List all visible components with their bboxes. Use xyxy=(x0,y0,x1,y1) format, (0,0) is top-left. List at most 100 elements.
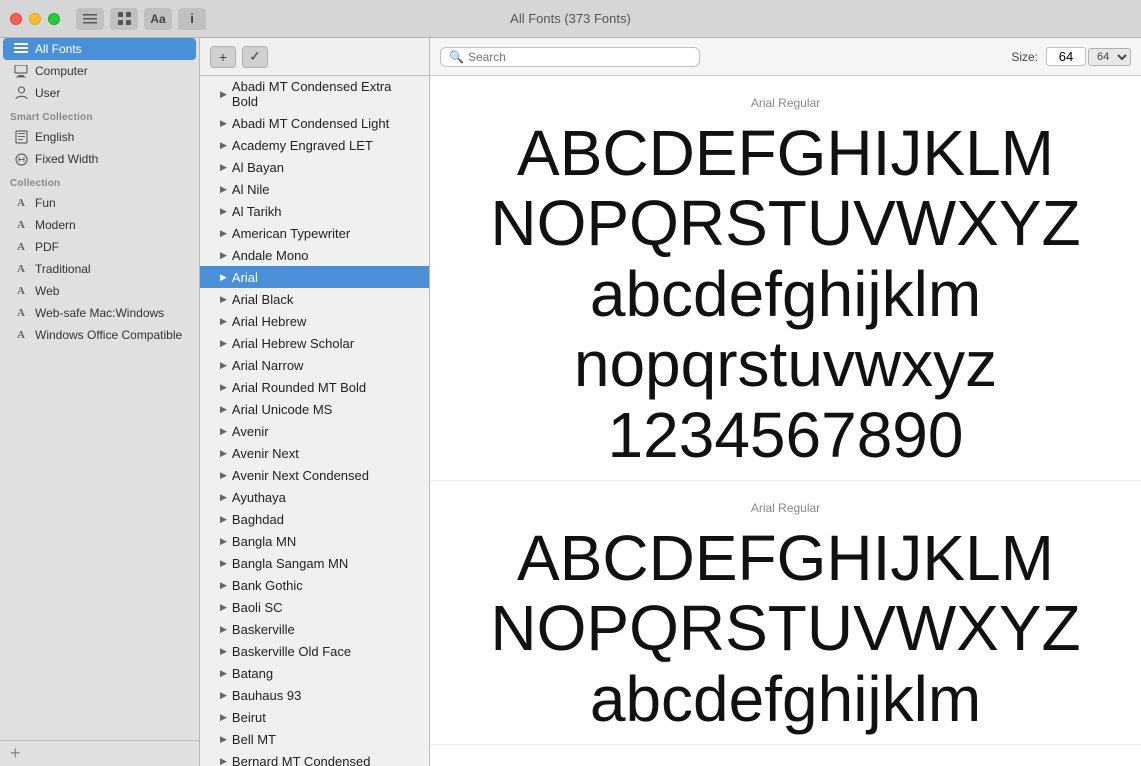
sidebar-item-english[interactable]: English xyxy=(3,126,196,148)
font-list-item[interactable]: ▶Arial Hebrew Scholar xyxy=(200,332,429,354)
font-list-item[interactable]: ▶Ayuthaya xyxy=(200,486,429,508)
font-preview-line: abcdefghijklm xyxy=(460,259,1111,329)
font-list-item[interactable]: ▶ Arial Hebrew xyxy=(200,310,429,332)
font-name-label: Arial Narrow xyxy=(232,358,304,373)
font-list-item[interactable]: ▶Bank Gothic xyxy=(200,574,429,596)
font-list-item[interactable]: ▶Baskerville xyxy=(200,618,429,640)
sidebar-item-web-safe[interactable]: A Web-safe Mac:Windows xyxy=(3,302,196,324)
font-name-label: Al Bayan xyxy=(232,160,284,175)
font-expand-arrow: ▶ xyxy=(220,558,227,569)
font-list-item[interactable]: ▶Avenir Next xyxy=(200,442,429,464)
font-list-item[interactable]: ▶Batang xyxy=(200,662,429,684)
font-name-label: Al Tarikh xyxy=(232,204,282,219)
user-icon xyxy=(13,85,29,101)
font-list-item[interactable]: ▶Beirut xyxy=(200,706,429,728)
font-list-item[interactable]: ▶Academy Engraved LET xyxy=(200,134,429,156)
font-list-item[interactable]: ▶Bangla MN xyxy=(200,530,429,552)
check-font-button[interactable]: ✓ xyxy=(242,46,268,68)
font-expand-arrow: ▶ xyxy=(220,514,227,525)
titlebar: Aa i All Fonts (373 Fonts) xyxy=(0,0,1141,38)
sidebar-item-pdf[interactable]: A PDF xyxy=(3,236,196,258)
sidebar-item-fun[interactable]: A Fun xyxy=(3,192,196,214)
font-expand-arrow: ▶ xyxy=(220,294,227,305)
search-input[interactable] xyxy=(468,50,691,64)
font-expand-arrow: ▶ xyxy=(220,668,227,679)
traditional-label: Traditional xyxy=(35,262,91,276)
font-list-item[interactable]: ▶Avenir Next Condensed xyxy=(200,464,429,486)
font-expand-arrow: ▶ xyxy=(220,734,227,745)
pdf-label: PDF xyxy=(35,240,59,254)
font-list-item[interactable]: ▶Al Tarikh xyxy=(200,200,429,222)
font-list-item[interactable]: ▶Abadi MT Condensed Light xyxy=(200,112,429,134)
minimize-button[interactable] xyxy=(29,13,41,25)
preview-toolbar-left: 🔍 xyxy=(440,47,700,67)
sidebar-item-traditional[interactable]: A Traditional xyxy=(3,258,196,280)
font-preview-block: Arial RegularABCDEFGHIJKLMNOPQRSTUVWXYZa… xyxy=(430,481,1141,745)
font-name-label: Avenir Next Condensed xyxy=(232,468,369,483)
sidebar-item-modern[interactable]: A Modern xyxy=(3,214,196,236)
font-preview-line: 1234567890 xyxy=(460,400,1111,470)
font-list-item[interactable]: ▶Arial Black xyxy=(200,288,429,310)
maximize-button[interactable] xyxy=(48,13,60,25)
font-preview-block: Arial RegularABCDEFGHIJKLMNOPQRSTUVWXYZa… xyxy=(430,76,1141,481)
font-name-label: Abadi MT Condensed Extra Bold xyxy=(232,79,419,109)
add-font-button[interactable]: + xyxy=(210,46,236,68)
size-label: Size: xyxy=(1011,50,1038,64)
font-name-label: Arial xyxy=(232,270,258,285)
search-icon: 🔍 xyxy=(449,50,464,64)
sidebar: All Fonts Computer User Smart Collectio xyxy=(0,38,200,766)
font-list-item[interactable]: ▶American Typewriter xyxy=(200,222,429,244)
titlebar-icons: Aa i xyxy=(76,8,206,30)
font-list-item[interactable]: ▶Al Bayan xyxy=(200,156,429,178)
font-list-item[interactable]: ▶Bangla Sangam MN xyxy=(200,552,429,574)
font-expand-arrow: ▶ xyxy=(220,756,227,766)
font-preview-line: nopqrstuvwxyz xyxy=(460,329,1111,399)
menu-icon[interactable] xyxy=(76,8,104,30)
sidebar-add-icon: + xyxy=(10,743,21,764)
font-name-label: Baskerville Old Face xyxy=(232,644,351,659)
preview-scroll[interactable]: Arial RegularABCDEFGHIJKLMNOPQRSTUVWXYZa… xyxy=(430,76,1141,766)
font-list-item[interactable]: ▶Baskerville Old Face xyxy=(200,640,429,662)
font-list-item[interactable]: ▶Arial Unicode MS xyxy=(200,398,429,420)
font-list-scroll[interactable]: ▶Abadi MT Condensed Extra Bold▶Abadi MT … xyxy=(200,76,429,766)
sidebar-item-all-fonts[interactable]: All Fonts xyxy=(3,38,196,60)
info-icon[interactable]: i xyxy=(178,8,206,30)
font-list-item[interactable]: ▶Bauhaus 93 xyxy=(200,684,429,706)
font-name-label: Arial Hebrew xyxy=(232,314,306,329)
font-list-item[interactable]: ▶Arial Narrow xyxy=(200,354,429,376)
search-box[interactable]: 🔍 xyxy=(440,47,700,67)
sidebar-item-fixed-width[interactable]: Fixed Width xyxy=(3,148,196,170)
check-icon: ✓ xyxy=(249,48,261,65)
font-list-item[interactable]: ▶Al Nile xyxy=(200,178,429,200)
font-list-item[interactable]: ▶Baoli SC xyxy=(200,596,429,618)
close-button[interactable] xyxy=(10,13,22,25)
modern-label: Modern xyxy=(35,218,76,232)
sidebar-item-web[interactable]: A Web xyxy=(3,280,196,302)
font-list-item[interactable]: ▶Abadi MT Condensed Extra Bold xyxy=(200,76,429,112)
font-list-item[interactable]: ▶Baghdad xyxy=(200,508,429,530)
font-expand-arrow: ▶ xyxy=(220,690,227,701)
font-list-item[interactable]: ▶Arial Rounded MT Bold xyxy=(200,376,429,398)
font-list-item[interactable]: ▶Andale Mono xyxy=(200,244,429,266)
font-list-item[interactable]: ▶Bell MT xyxy=(200,728,429,750)
font-list-item[interactable]: ▶Arial xyxy=(200,266,429,288)
sidebar-item-computer[interactable]: Computer xyxy=(3,60,196,82)
sidebar-item-user[interactable]: User xyxy=(3,82,196,104)
size-dropdown[interactable]: 64 12 18 24 36 48 72 xyxy=(1088,48,1131,66)
font-expand-arrow: ▶ xyxy=(220,184,227,195)
size-input[interactable] xyxy=(1046,47,1086,66)
grid-icon[interactable] xyxy=(110,8,138,30)
font-preview-icon[interactable]: Aa xyxy=(144,8,172,30)
font-list-item[interactable]: ▶Bernard MT Condensed xyxy=(200,750,429,766)
font-preview-line: abcdefghijklm xyxy=(460,664,1111,734)
modern-icon: A xyxy=(13,217,29,233)
font-list-item[interactable]: ▶Avenir xyxy=(200,420,429,442)
font-expand-arrow: ▶ xyxy=(220,316,227,327)
font-expand-arrow: ▶ xyxy=(220,118,227,129)
font-expand-arrow: ▶ xyxy=(220,602,227,613)
sidebar-item-windows-office[interactable]: A Windows Office Compatible xyxy=(3,324,196,346)
font-expand-arrow: ▶ xyxy=(220,338,227,349)
font-name-label: Arial Rounded MT Bold xyxy=(232,380,366,395)
sidebar-add-button[interactable]: + xyxy=(0,740,199,766)
font-name-label: Andale Mono xyxy=(232,248,309,263)
